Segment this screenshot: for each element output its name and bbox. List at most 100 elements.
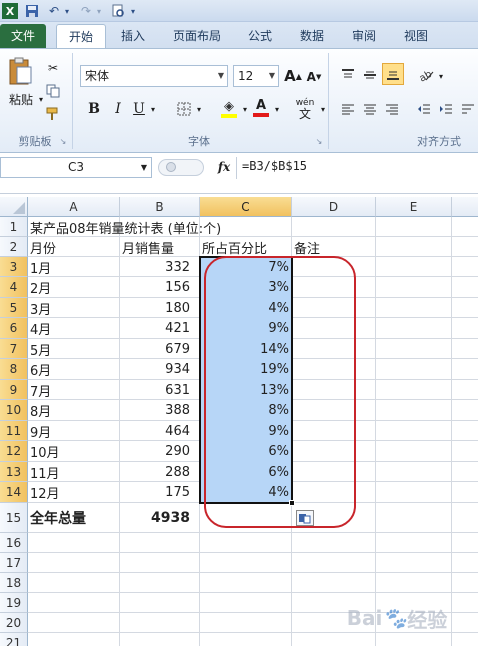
row-header-2[interactable]: 2 [0,237,28,257]
sales-cell[interactable]: 332 [120,257,200,277]
cut-icon[interactable]: ✂ [44,59,62,77]
header-month[interactable]: 月份 [28,237,120,257]
phonetic-guide-button[interactable]: wén 文 [292,97,318,121]
decrease-indent-icon[interactable] [414,99,434,119]
sales-cell[interactable]: 388 [120,400,200,421]
row-header-17[interactable]: 17 [0,553,28,573]
font-color-dropdown-icon[interactable]: ▾ [272,101,282,117]
row-header-12[interactable]: 12 [0,441,28,462]
row-header-10[interactable]: 10 [0,400,28,421]
increase-indent-icon[interactable] [436,99,456,119]
month-cell[interactable]: 1月 [28,257,120,277]
percentage-cell[interactable]: 8% [200,400,292,421]
italic-button[interactable]: I [108,99,128,119]
align-left-icon[interactable] [338,99,358,119]
month-cell[interactable]: 5月 [28,339,120,359]
tab-view[interactable]: 视图 [394,24,438,48]
print-preview-icon[interactable] [110,3,126,19]
row-header-20[interactable]: 20 [0,613,28,633]
month-cell[interactable]: 10月 [28,441,120,462]
underline-button[interactable]: U [130,99,148,119]
row-header-15[interactable]: 15 [0,503,28,533]
bold-button[interactable]: B [84,99,104,119]
borders-dropdown-icon[interactable]: ▾ [194,101,204,117]
name-box[interactable]: C3 ▼ [0,157,152,178]
align-middle-icon[interactable] [360,65,380,85]
sales-cell[interactable]: 175 [120,482,200,503]
row-header-1[interactable]: 1 [0,217,28,237]
insert-function-button[interactable]: fx [214,159,234,176]
month-cell[interactable]: 2月 [28,277,120,298]
align-right-icon[interactable] [382,99,402,119]
align-top-icon[interactable] [338,65,358,85]
align-bottom-icon[interactable] [382,63,404,85]
month-cell[interactable]: 6月 [28,359,120,380]
total-value[interactable]: 4938 [120,503,200,533]
sales-cell[interactable]: 288 [120,462,200,482]
month-cell[interactable]: 7月 [28,380,120,400]
sales-cell[interactable]: 290 [120,441,200,462]
month-cell[interactable]: 8月 [28,400,120,421]
sales-cell[interactable]: 156 [120,277,200,298]
percentage-cell[interactable]: 6% [200,462,292,482]
header-percentage[interactable]: 所占百分比 [200,237,292,257]
percentage-cell[interactable]: 7% [200,257,292,277]
row-header-5[interactable]: 5 [0,298,28,318]
grow-font-button[interactable]: A ▲ [283,65,303,87]
save-icon[interactable] [24,3,40,19]
percentage-cell[interactable]: 3% [200,277,292,298]
month-cell[interactable]: 12月 [28,482,120,503]
sales-cell[interactable]: 464 [120,421,200,441]
month-cell[interactable]: 3月 [28,298,120,318]
column-header-b[interactable]: B [120,197,200,217]
font-size-select[interactable]: 12 ▼ [233,65,279,87]
percentage-cell[interactable]: 4% [200,298,292,318]
sales-cell[interactable]: 631 [120,380,200,400]
column-header-c[interactable]: C [200,197,292,217]
row-header-18[interactable]: 18 [0,573,28,593]
tab-page-layout[interactable]: 页面布局 [164,24,230,48]
shrink-font-button[interactable]: A ▼ [305,67,323,87]
month-cell[interactable]: 4月 [28,318,120,339]
header-notes[interactable]: 备注 [292,237,376,257]
fill-handle[interactable] [289,500,295,506]
format-painter-icon[interactable] [44,105,62,123]
sales-cell[interactable]: 180 [120,298,200,318]
row-header-4[interactable]: 4 [0,277,28,298]
redo-dropdown-icon[interactable]: ▾ [94,3,104,19]
column-header-a[interactable]: A [28,197,120,217]
font-launcher-icon[interactable]: ↘ [314,135,324,147]
align-center-icon[interactable] [360,99,380,119]
column-header-d[interactable]: D [292,197,376,217]
excel-app-icon[interactable]: X [2,3,18,19]
orientation-icon[interactable]: ab [416,65,436,85]
row-header-8[interactable]: 8 [0,359,28,380]
copy-icon[interactable] [44,82,62,100]
tab-data[interactable]: 数据 [290,24,334,48]
select-all-corner[interactable] [0,197,28,217]
sales-cell[interactable]: 421 [120,318,200,339]
sales-cell[interactable]: 679 [120,339,200,359]
row-header-11[interactable]: 11 [0,421,28,441]
paste-icon[interactable] [6,57,34,87]
orientation-dropdown-icon[interactable]: ▾ [436,69,446,83]
tab-formulas[interactable]: 公式 [238,24,282,48]
row-header-3[interactable]: 3 [0,257,28,277]
customize-qat-icon[interactable]: ▾ [128,3,138,19]
row-header-14[interactable]: 14 [0,482,28,503]
redo-icon[interactable]: ↷ [78,3,94,19]
fill-color-icon[interactable]: ◈ [218,97,240,119]
formula-bar-resize-handle[interactable] [158,159,204,176]
sheet-title[interactable]: 某产品08年销量统计表 (单位:个) [28,217,328,237]
fill-color-dropdown-icon[interactable]: ▾ [240,101,250,117]
row-header-13[interactable]: 13 [0,462,28,482]
tab-home[interactable]: 开始 [56,24,106,48]
wrap-text-icon[interactable] [458,99,478,119]
clipboard-launcher-icon[interactable]: ↘ [58,135,68,147]
month-cell[interactable]: 9月 [28,421,120,441]
undo-icon[interactable]: ↶ [46,3,62,19]
percentage-cell[interactable]: 6% [200,441,292,462]
sales-cell[interactable]: 934 [120,359,200,380]
percentage-cell[interactable]: 19% [200,359,292,380]
column-header-e[interactable]: E [376,197,452,217]
